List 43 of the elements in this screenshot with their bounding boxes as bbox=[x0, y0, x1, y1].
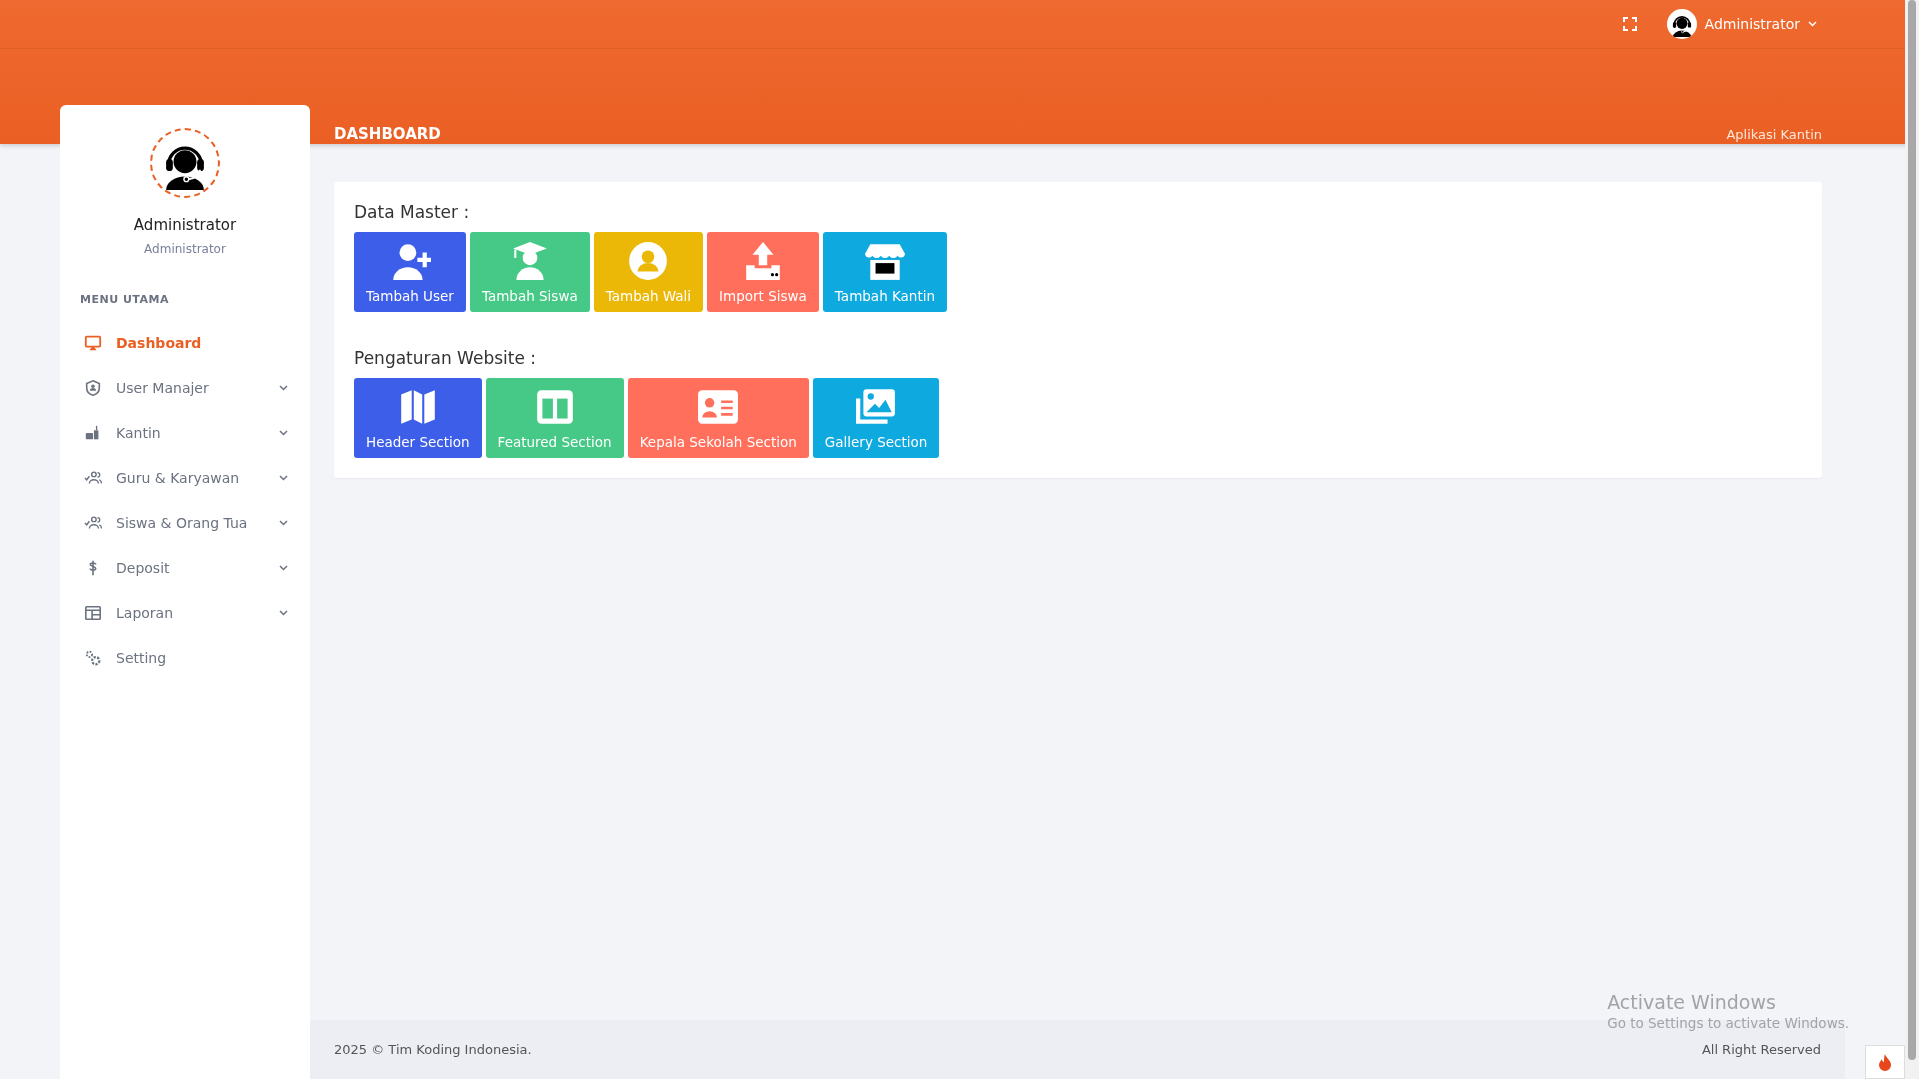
shortcut-button[interactable]: Kepala Sekolah Section bbox=[627, 378, 809, 458]
chevron-down-icon bbox=[1808, 21, 1817, 27]
rights-text: All Right Reserved bbox=[1701, 1042, 1821, 1057]
activation-title: Activate Windows bbox=[1607, 991, 1777, 1013]
users-icon bbox=[84, 513, 102, 532]
chevron-down-icon bbox=[279, 474, 288, 481]
group-title: Data Master : bbox=[354, 202, 471, 222]
profile-name: Administrator bbox=[133, 216, 237, 234]
shield-user-icon bbox=[84, 378, 102, 397]
copyright-text: 2025 © Tim Koding Indonesia. bbox=[334, 1042, 532, 1057]
menu-item[interactable]: Setting bbox=[60, 635, 310, 680]
page-title: DASHBOARD bbox=[334, 125, 441, 143]
flame-icon bbox=[1878, 1053, 1892, 1071]
menu-item[interactable]: Siswa & Orang Tua bbox=[60, 500, 310, 545]
chevron-down-icon bbox=[279, 429, 288, 436]
scrollbar[interactable] bbox=[1905, 0, 1919, 1079]
group-title: Pengaturan Website : bbox=[354, 348, 537, 368]
shortcut-button[interactable]: Tambah Kantin bbox=[822, 232, 948, 312]
app-name: Aplikasi Kantin bbox=[1726, 126, 1822, 142]
shortcut-button[interactable]: Tambah User bbox=[354, 232, 466, 312]
monitor-icon bbox=[84, 333, 102, 352]
menu-item[interactable]: Guru & Karyawan bbox=[60, 455, 310, 500]
chevron-down-icon bbox=[279, 609, 288, 616]
menu-item[interactable]: Deposit bbox=[60, 545, 310, 590]
chevron-down-icon bbox=[279, 384, 288, 391]
users-icon bbox=[84, 468, 102, 487]
floating-button[interactable] bbox=[1865, 1045, 1905, 1079]
table-icon bbox=[84, 603, 102, 622]
profile-role: Administrator bbox=[144, 242, 226, 256]
activation-subtitle: Go to Settings to activate Windows. bbox=[1607, 1015, 1849, 1031]
menu-section-label: MENU UTAMA bbox=[80, 293, 170, 306]
menu-item[interactable]: User Manajer bbox=[60, 365, 310, 410]
shortcut-button[interactable]: Header Section bbox=[354, 378, 482, 458]
shortcut-button[interactable]: Gallery Section bbox=[812, 378, 940, 458]
chevron-down-icon bbox=[279, 519, 288, 526]
user-menu[interactable]: Administrator bbox=[1666, 9, 1817, 39]
menu-item[interactable]: Dashboard bbox=[60, 320, 310, 365]
chevron-down-icon bbox=[279, 564, 288, 571]
menu-item[interactable]: Laporan bbox=[60, 590, 310, 635]
user-circle-icon bbox=[627, 240, 670, 282]
fullscreen-icon[interactable] bbox=[1622, 17, 1637, 31]
menu-item[interactable]: Kantin bbox=[60, 410, 310, 455]
shortcut-button[interactable]: Import Siswa bbox=[707, 232, 819, 312]
